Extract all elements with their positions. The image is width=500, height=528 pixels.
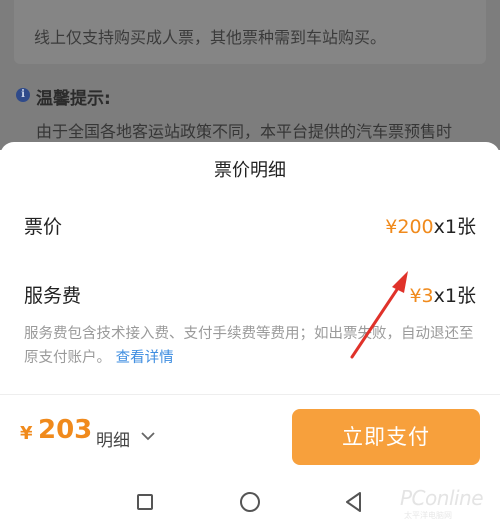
back-icon[interactable] (344, 491, 362, 513)
ticket-price-amount: ¥200 (385, 216, 434, 238)
sheet-title: 票价明细 (214, 160, 286, 181)
annotation-arrow-icon (350, 271, 408, 359)
watermark-logo: PConline (400, 486, 484, 510)
service-fee-value: ¥3x1张 (409, 281, 476, 308)
pay-now-button[interactable]: 立即支付 (292, 409, 480, 465)
info-icon: i (16, 88, 30, 102)
ticket-price-qty: x1张 (433, 216, 476, 238)
home-icon[interactable] (240, 492, 260, 512)
tip-title: 温馨提示: (36, 89, 111, 109)
view-details-link[interactable]: 查看详情 (116, 350, 174, 366)
system-nav-bar: PConline 太平洋电脑网 (0, 480, 500, 528)
chevron-down-icon[interactable] (140, 430, 156, 442)
tip-text: 由于全国各地客运站政策不同，本平台提供的汽车票预售时 (36, 122, 453, 141)
background-overlay: 线上仅支持购买成人票，其他票种需到车站购买。 i 温馨提示: 由于全国各地客运站… (0, 0, 500, 150)
watermark-sub: 太平洋电脑网 (404, 511, 452, 520)
ticket-price-label: 票价 (24, 216, 63, 238)
total-currency: ¥ (20, 423, 33, 444)
service-fee-label: 服务费 (24, 285, 82, 307)
pay-bar: ¥ 203 明细 立即支付 (0, 394, 500, 480)
service-fee-qty: x1张 (433, 285, 476, 307)
detail-toggle[interactable]: 明细 (96, 426, 130, 451)
total-amount: 203 (38, 415, 93, 445)
notice-text: 线上仅支持购买成人票，其他票种需到车站购买。 (34, 28, 387, 47)
recent-apps-icon[interactable] (137, 494, 153, 510)
ticket-price-value: ¥200x1张 (385, 212, 476, 239)
